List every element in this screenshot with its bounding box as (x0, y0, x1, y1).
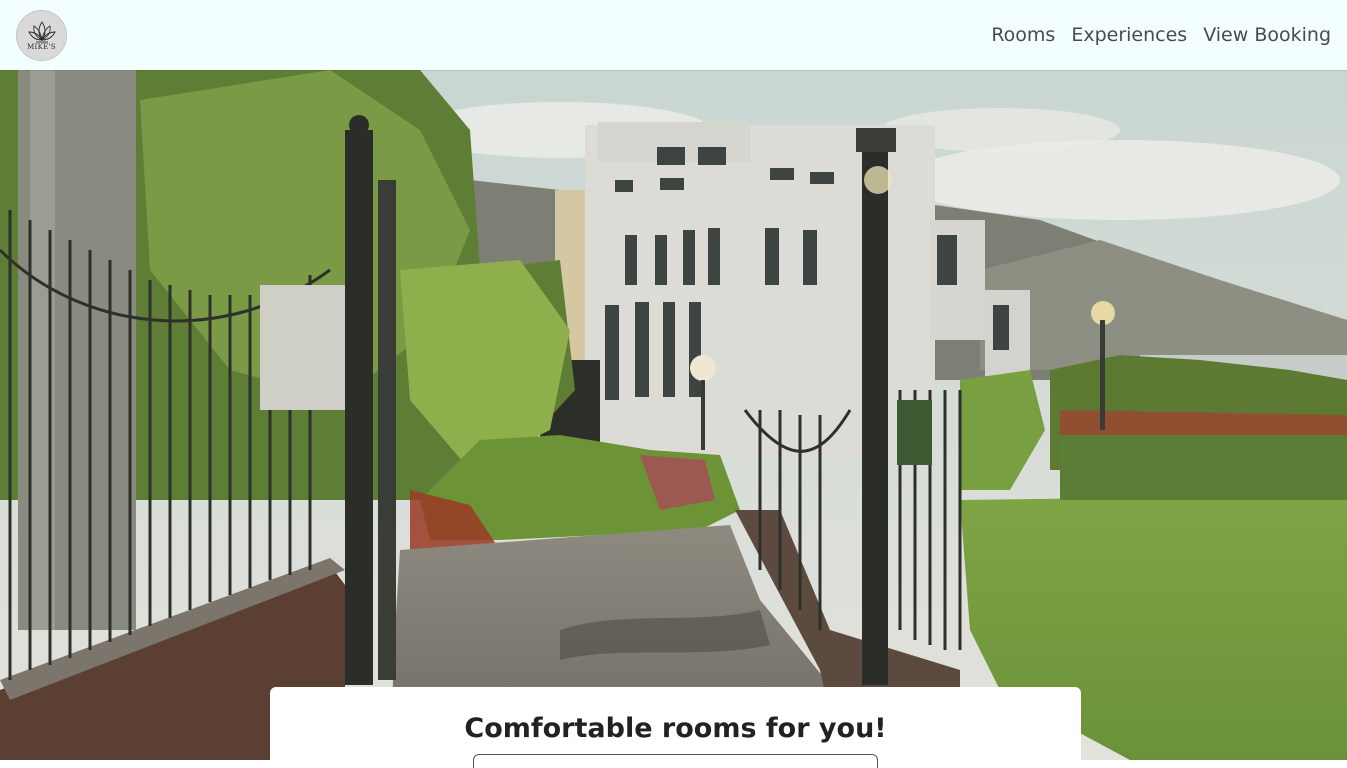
card-title: Comfortable rooms for you! (464, 713, 887, 744)
main-nav: Rooms Experiences View Booking (991, 0, 1331, 70)
search-input[interactable] (473, 754, 878, 768)
nav-link-view-booking[interactable]: View Booking (1203, 24, 1331, 46)
hero-image (0, 70, 1347, 760)
nav-link-rooms[interactable]: Rooms (991, 24, 1055, 46)
navbar: MIKE'S Rooms Experiences View Booking (0, 0, 1347, 70)
brand-logo[interactable]: MIKE'S (16, 10, 67, 61)
garden-gate-hotel-photo (0, 70, 1347, 760)
search-card: Comfortable rooms for you! (270, 687, 1081, 768)
lotus-icon (27, 21, 56, 43)
logo-text: MIKE'S (27, 43, 56, 51)
nav-link-experiences[interactable]: Experiences (1071, 24, 1187, 46)
